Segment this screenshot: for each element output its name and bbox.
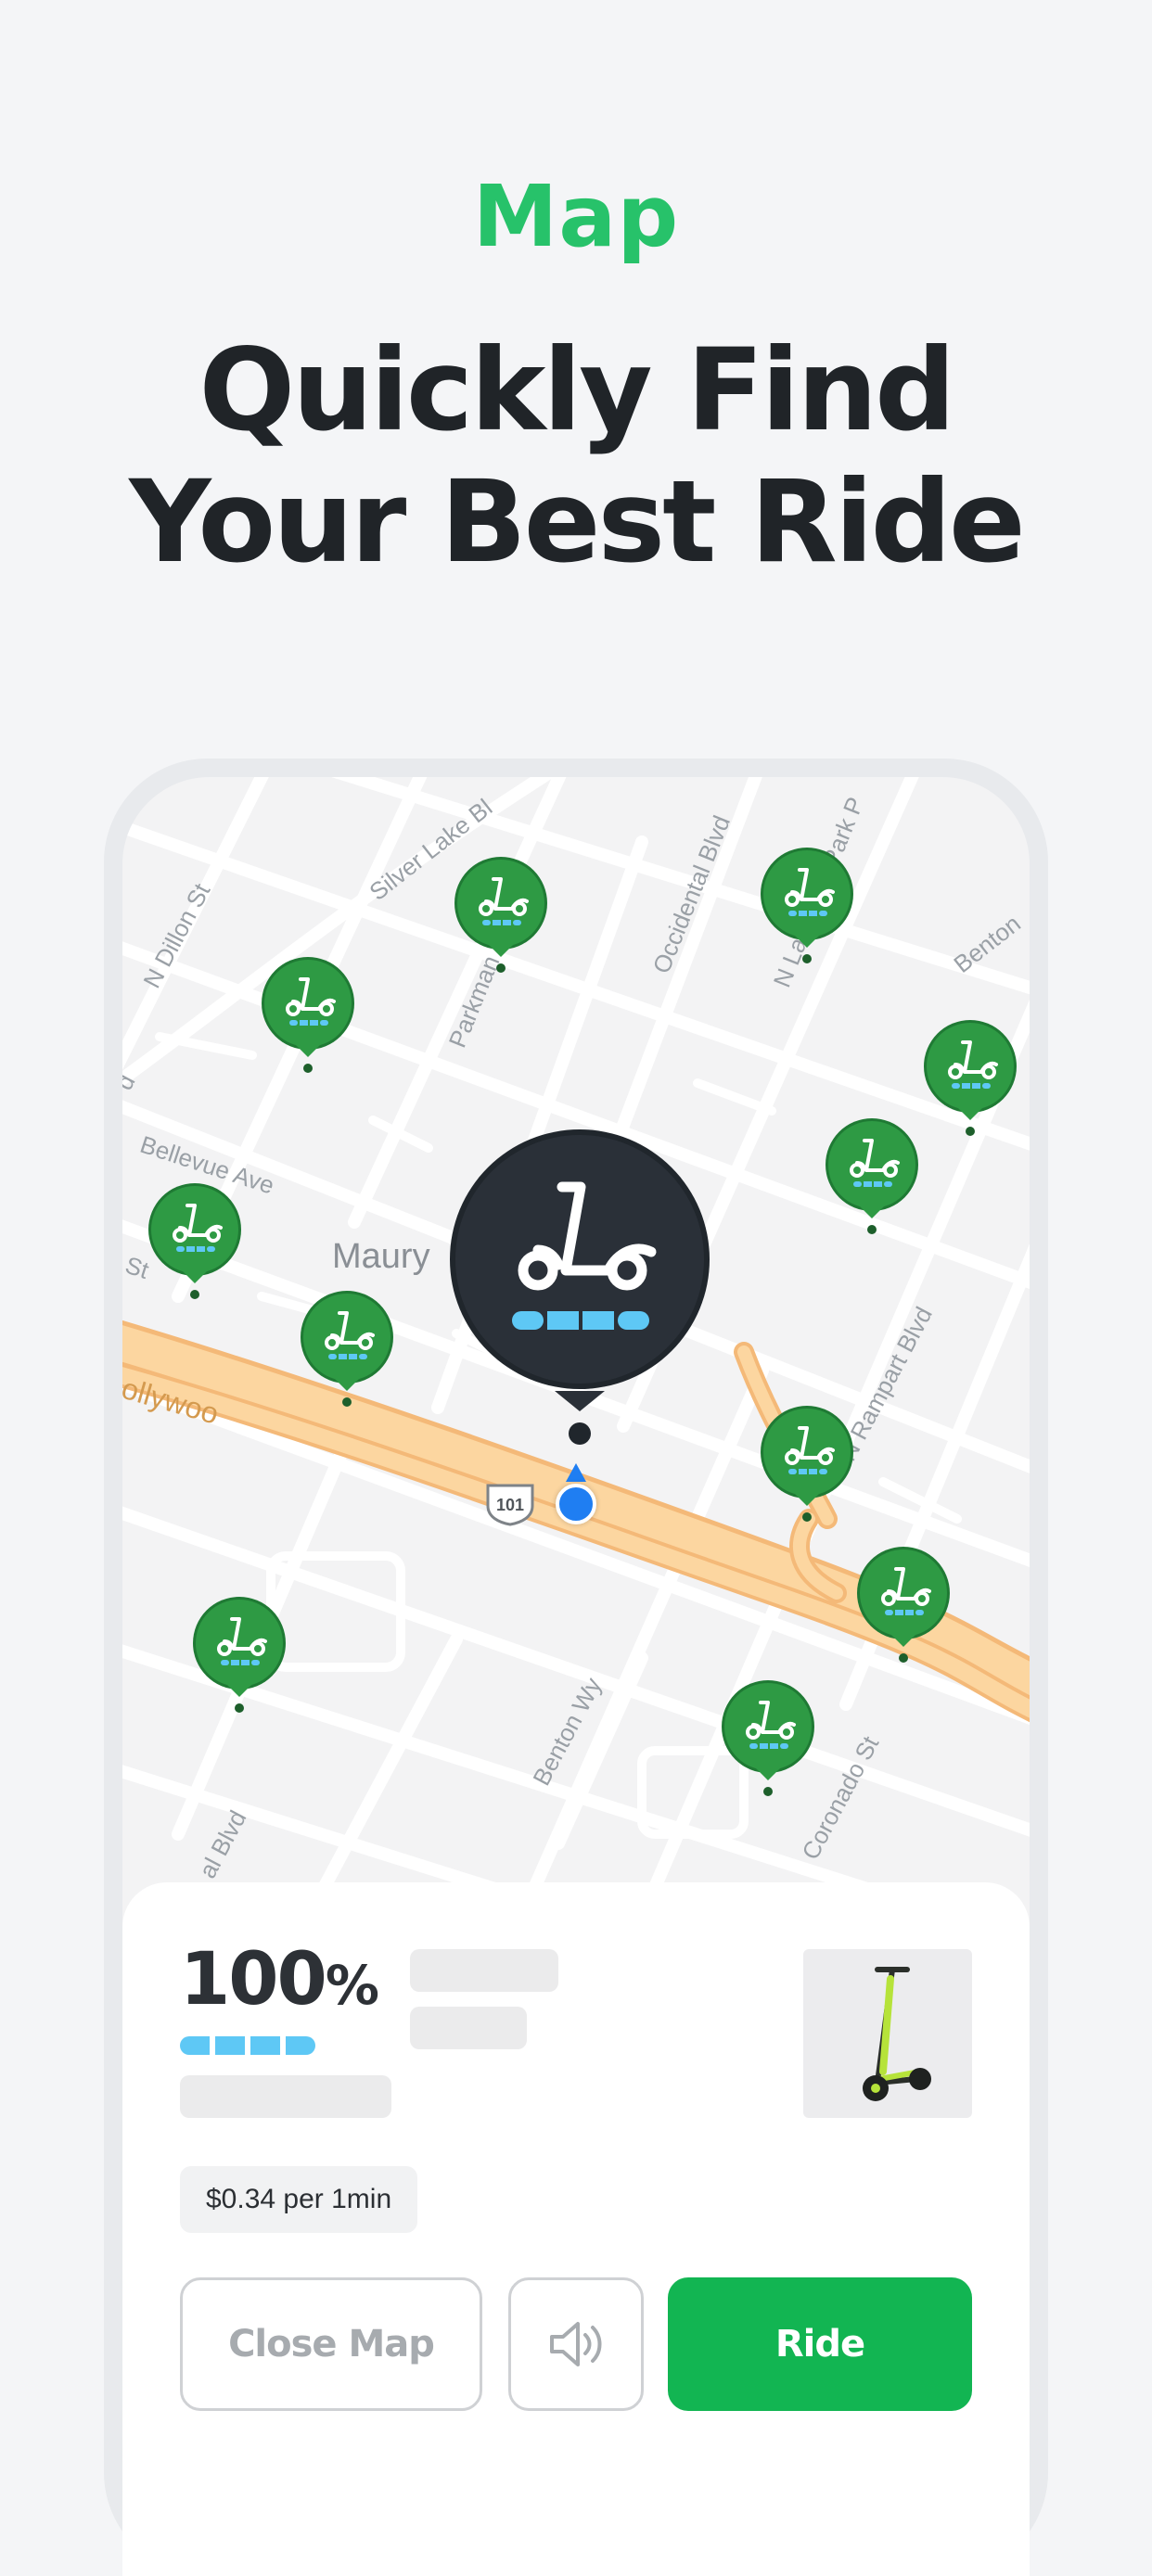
- scooter-pin[interactable]: [453, 855, 549, 994]
- scooter-icon: [450, 1129, 710, 1445]
- scooter-icon: [193, 1597, 286, 1713]
- headline-line-1: Quickly Find: [198, 325, 956, 456]
- selected-scooter-pin[interactable]: [445, 1129, 714, 1445]
- scooter-icon: [262, 957, 354, 1073]
- scooter-image: [863, 1967, 931, 2101]
- section-eyebrow: Map: [472, 167, 680, 266]
- battery-segment: [215, 2036, 245, 2055]
- vehicle-name-placeholder: [410, 1949, 558, 1992]
- scooter-icon: [857, 1547, 950, 1663]
- headline: Quickly Find Your Best Ride: [0, 325, 1152, 588]
- scooter-pin[interactable]: [855, 1545, 952, 1684]
- scooter-icon: [301, 1291, 393, 1407]
- scooter-icon: [924, 1020, 1017, 1136]
- battery-segment: [250, 2036, 280, 2055]
- scooter-pin[interactable]: [922, 1018, 1018, 1157]
- location-heading-icon: [566, 1463, 586, 1482]
- headline-line-2: Your Best Ride: [129, 456, 1025, 588]
- scooter-icon: [826, 1118, 918, 1234]
- scooter-icon: [148, 1183, 241, 1299]
- scooter-icon: [761, 1406, 853, 1522]
- battery-percentage: 100%: [180, 1938, 379, 2021]
- battery-segment: [286, 2036, 315, 2055]
- scooter-icon: [761, 848, 853, 963]
- battery-level-bar: [180, 2036, 315, 2055]
- scooter-icon: [454, 857, 547, 973]
- scooter-pin[interactable]: [299, 1289, 395, 1428]
- phone-screen: Silver Lake Bl Occidental Blvd N Lafayet…: [122, 777, 1030, 2576]
- scooter-pin[interactable]: [759, 1404, 855, 1543]
- neighborhood-label: Maury: [332, 1237, 430, 1276]
- scooter-icon: [722, 1680, 814, 1796]
- battery-value: 100: [180, 1938, 327, 2021]
- close-map-button[interactable]: Close Map: [180, 2277, 482, 2411]
- ring-sound-button[interactable]: [508, 2277, 644, 2411]
- battery-segment: [180, 2036, 210, 2055]
- scooter-pin[interactable]: [720, 1678, 816, 1817]
- scooter-pin[interactable]: [260, 955, 356, 1094]
- scooter-pin[interactable]: [191, 1595, 288, 1734]
- scooter-pin[interactable]: [147, 1181, 243, 1320]
- highway-shield: 101: [486, 1484, 534, 1526]
- vehicle-range-placeholder: [180, 2075, 391, 2118]
- scooter-pin[interactable]: [759, 846, 855, 985]
- scooter-pin[interactable]: [824, 1116, 920, 1256]
- vehicle-id-placeholder: [410, 2007, 527, 2049]
- vehicle-card: 100% $0.34 per 1min Close Map Ride: [122, 1882, 1030, 2576]
- highway-number: 101: [496, 1496, 524, 1514]
- location-dot-icon: [556, 1484, 596, 1524]
- scooter-photo: [803, 1949, 972, 2118]
- price-chip: $0.34 per 1min: [180, 2166, 418, 2233]
- ride-button[interactable]: Ride: [668, 2277, 972, 2411]
- speaker-icon: [550, 2322, 602, 2366]
- map-view[interactable]: Silver Lake Bl Occidental Blvd N Lafayet…: [122, 777, 1030, 1890]
- battery-unit: %: [325, 1954, 379, 2017]
